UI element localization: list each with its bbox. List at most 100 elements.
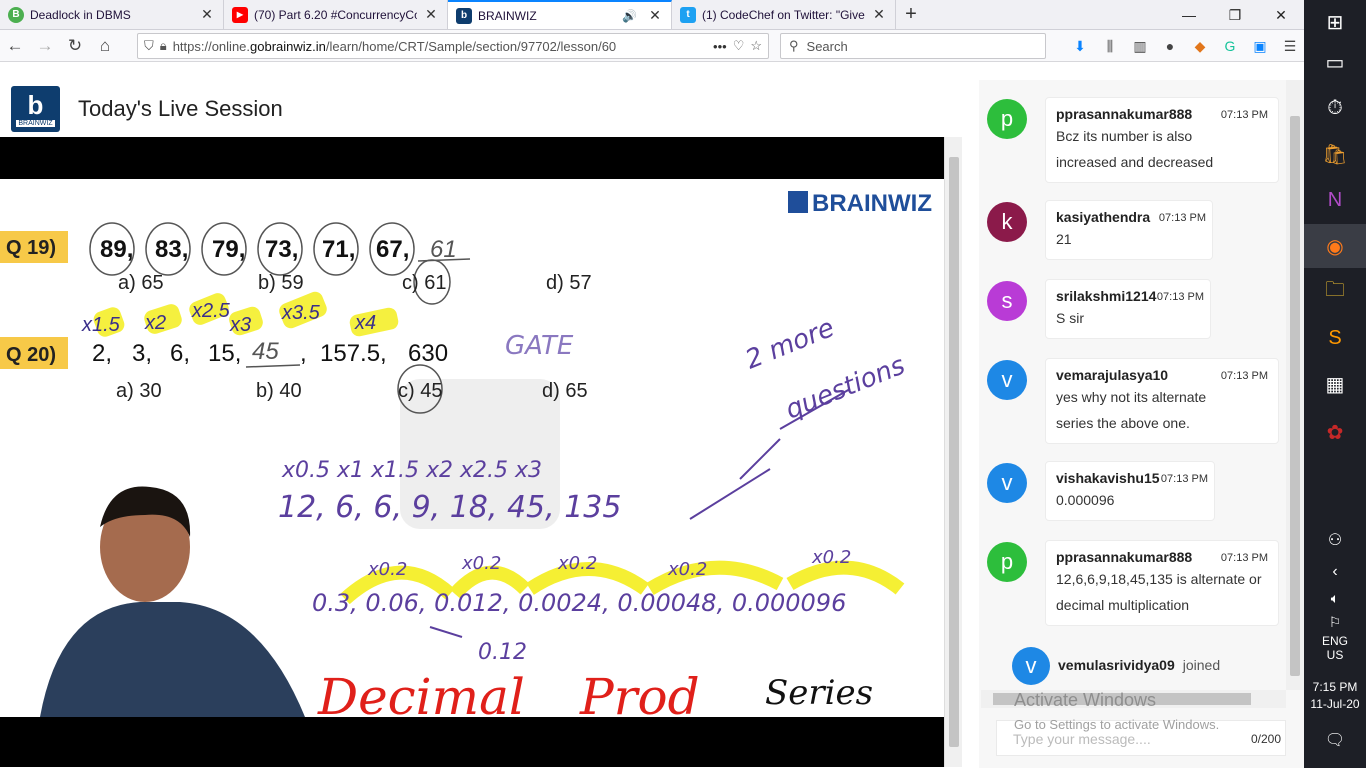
q20-mult: x1.5 [81,314,121,336]
q20-mult: x4 [354,312,376,334]
sublime-icon[interactable]: S [1304,316,1366,360]
onenote-icon[interactable]: N [1304,178,1366,222]
url-text[interactable]: https://online.gobrainwiz.in/learn/home/… [173,39,707,54]
avatar: k [987,202,1027,242]
q20-term: 15, [208,340,241,367]
task-view-icon[interactable]: ▭ [1304,40,1366,84]
message-bubble: pprasannakumar888 07:13 PM Bcz its numbe… [1045,97,1279,183]
whiteboard: BRAINWIZ Q 19) 89, 83, 79, 73, 71, 67, 6… [0,179,944,717]
activate-windows-watermark: Activate Windows Go to Settings to activ… [1014,690,1219,732]
q19-option: b) 59 [258,272,304,294]
avatar: p [987,542,1027,582]
joined-label: joined [1182,657,1221,673]
close-icon[interactable]: ✕ [423,6,439,23]
region-code: US [1326,648,1344,662]
close-icon[interactable]: ✕ [871,6,887,23]
language-code: ENG [1321,634,1348,648]
firefox-icon[interactable]: ◉ [1304,224,1366,268]
q20-label: Q 20) [6,344,56,366]
screen: B Deadlock in DBMS ✕ ▶ (70) Part 6.20 #C… [0,0,1366,768]
tab-deadlock[interactable]: B Deadlock in DBMS ✕ [0,0,224,29]
close-icon[interactable]: ✕ [647,7,663,24]
language-indicator[interactable]: ENG US [1304,634,1366,662]
metamask-icon[interactable]: ◆ [1188,38,1212,55]
avatar: v [987,360,1027,400]
username: vemulasrividya09 [1058,657,1175,673]
message-line: S sir [1056,310,1084,326]
bookmark-star-icon[interactable]: ☆ [750,38,762,54]
row2-note: 0.12 [478,640,527,665]
q20-option: c) 45 [398,380,442,402]
gate-text: GATE [505,331,574,361]
windows-start-icon[interactable]: ⊞ [1304,0,1366,44]
url-path: /learn/home/CRT/Sample/section/97702/les… [325,38,617,54]
app-icon[interactable]: ✿ [1304,410,1366,454]
minimize-icon[interactable]: — [1166,0,1212,30]
more-icon[interactable]: ••• [713,39,727,54]
char-counter: 0/200 [1250,732,1281,746]
q20-mult: x3 [229,314,251,336]
message-line: 21 [1056,231,1072,247]
nav-bar: ← → ↻ ⌂ ⛉ 🔒︎ https://online.gobrainwiz.i… [0,30,1304,62]
speaker-icon[interactable]: 🔊 [622,9,637,23]
q19-term: 71, [322,236,355,263]
sidebar-icon[interactable]: ▥ [1128,38,1152,55]
chat-scrollbar[interactable] [1286,80,1304,690]
url-domain: gobrainwiz.in [250,38,326,54]
row2-mult: x0.2 [811,547,851,568]
home-icon[interactable]: ⌂ [90,32,120,60]
lock-icon[interactable]: 🔒︎ [160,38,167,54]
twitter-icon: t [680,6,696,23]
account-icon[interactable]: ● [1158,38,1182,54]
q20-term: 157.5, [320,340,387,367]
more-text: 2 more [741,313,838,376]
q20-term: 2, [92,340,112,367]
board-logo-icon [788,191,808,213]
close-window-icon[interactable]: ✕ [1258,0,1304,30]
clock[interactable]: 7:15 PM 11-Jul-20 [1304,680,1366,711]
pocket-icon[interactable]: ♡ [733,38,745,54]
q19-option: d) 57 [546,272,592,294]
tab-youtube[interactable]: ▶ (70) Part 6.20 #ConcurrencyCon ✕ [224,0,448,29]
tab-twitter[interactable]: t (1) CodeChef on Twitter: "Giver ✕ [672,0,896,29]
clock-date: 11-Jul-20 [1310,697,1360,711]
row1-multipliers: x0.5 x1 x1.5 x2 x2.5 x3 [281,458,542,483]
scroll-thumb[interactable] [1290,116,1300,676]
shield-icon[interactable]: ⛉ [144,38,154,54]
new-tab-button[interactable]: + [896,0,926,29]
chat-message: k kasiyathendra 07:13 PM 21 [987,200,1213,260]
download-icon[interactable]: ⬇ [1068,38,1092,55]
q20-option: a) 30 [116,380,162,402]
message-line: series the above one. [1056,415,1190,431]
search-input[interactable]: ⚲ Search [780,33,1046,59]
file-explorer-icon[interactable]: 🗀 [1304,270,1366,314]
restore-icon[interactable]: ❐ [1212,0,1258,30]
row2-mult: x0.2 [461,553,501,574]
scroll-thumb[interactable] [949,157,959,747]
video-scrollbar[interactable] [944,137,962,767]
menu-icon[interactable]: ☰ [1278,38,1302,55]
notification-icon[interactable]: 🗨︎ [1304,718,1366,762]
back-icon[interactable]: ← [0,32,30,60]
library-icon[interactable]: ⫼ [1098,38,1122,55]
tab-title: (70) Part 6.20 #ConcurrencyCon [254,7,417,22]
message-line: Bcz its number is also [1056,128,1193,144]
brainwiz-logo[interactable]: b BRAINWIZ [11,86,60,132]
q19-term: 73, [265,236,298,263]
clock-app-icon[interactable]: ⏱ [1304,86,1366,130]
close-icon[interactable]: ✕ [199,6,215,23]
calculator-icon[interactable]: ▦ [1304,362,1366,406]
reload-icon[interactable]: ↻ [60,32,90,60]
row2-mult: x0.2 [667,559,707,580]
store-icon[interactable]: 🛍︎ [1304,132,1366,176]
windows-taskbar: ⊞ ▭ ⏱ 🛍︎ N ◉ 🗀 S ▦ ✿ ⚇ ‹ 🔈︎ ⚐ ENG US 7:1… [1304,0,1366,768]
avatar: s [987,281,1027,321]
save-icon[interactable]: ▣ [1248,38,1272,55]
forward-icon[interactable]: → [30,32,60,60]
grammarly-icon[interactable]: G [1218,38,1242,54]
url-bar[interactable]: ⛉ 🔒︎ https://online.gobrainwiz.in/learn/… [137,33,769,59]
live-video[interactable]: BRAINWIZ Q 19) 89, 83, 79, 73, 71, 67, 6… [0,137,944,767]
tab-brainwiz[interactable]: b BRAINWIZ 🔊 ✕ [448,0,672,29]
q20-mult: x3.5 [281,302,321,324]
clock-time: 7:15 PM [1312,680,1358,694]
